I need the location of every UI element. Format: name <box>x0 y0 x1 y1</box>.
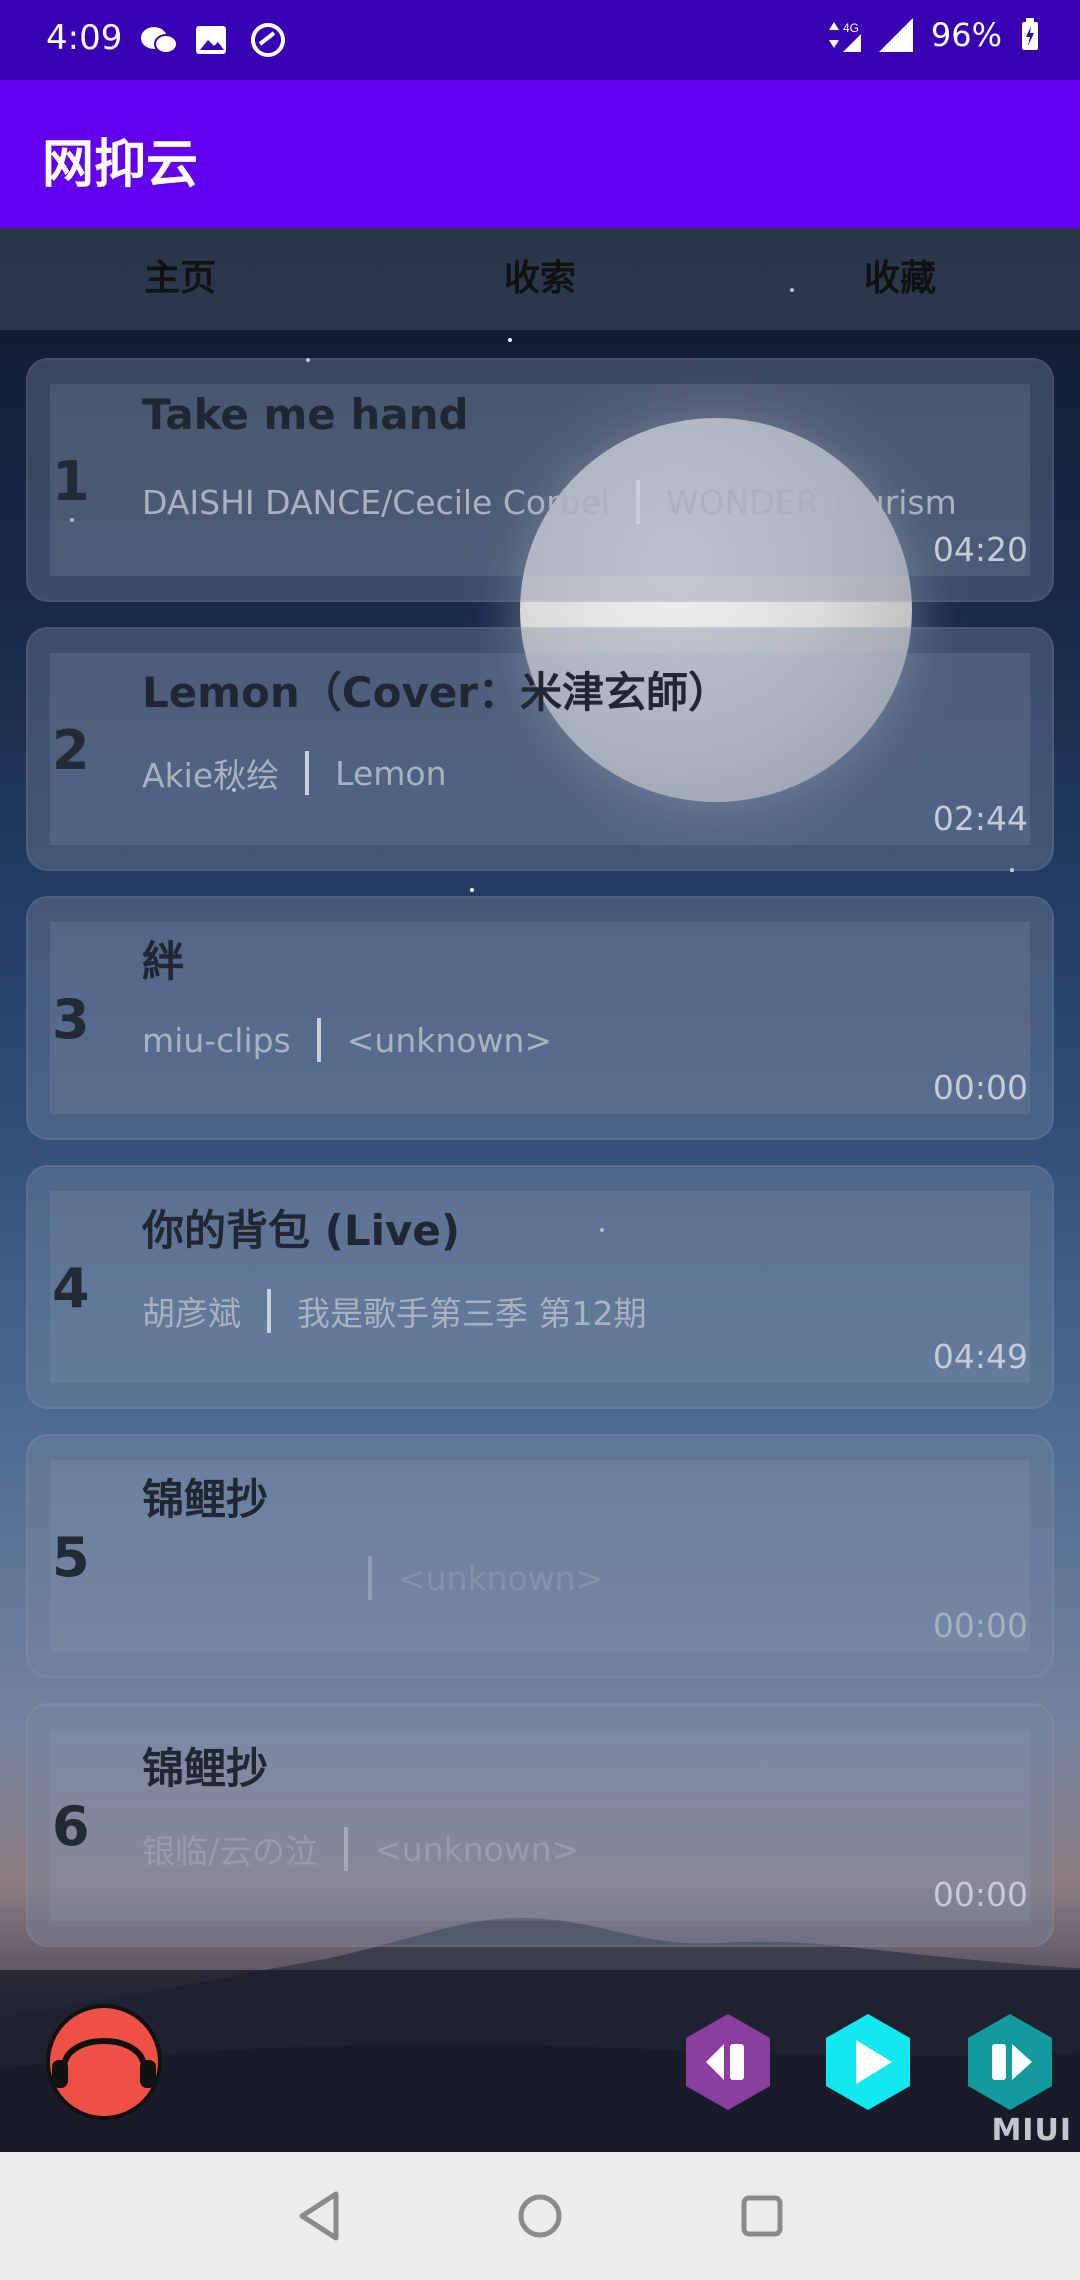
next-button[interactable] <box>964 2012 1056 2116</box>
previous-icon <box>686 2014 770 2110</box>
signal-icon <box>878 18 913 52</box>
battery-charging-icon <box>1022 18 1038 50</box>
separator <box>316 1018 321 1062</box>
nav-home-button[interactable] <box>512 2186 568 2250</box>
song-index: 3 <box>52 988 90 1051</box>
play-icon <box>826 2014 910 2110</box>
song-album: <unknown> <box>374 1829 580 1869</box>
tab-search[interactable]: 收索 <box>360 228 720 330</box>
status-bar: 4:09 4G 96% <box>0 0 1080 80</box>
song-artist: Akie秋绘 <box>142 756 280 795</box>
song-duration: 02:44 <box>932 799 1028 838</box>
song-title: 锦鲤抄 <box>142 1744 269 1793</box>
status-time: 4:09 <box>46 18 123 58</box>
song-artist: 胡彦斌 <box>142 1294 241 1333</box>
image-icon <box>196 26 226 54</box>
song-item[interactable]: 6 锦鲤抄 银临/云の泣 <unknown> 00:00 <box>26 1703 1054 1947</box>
app-title: 网抑云 <box>42 135 199 195</box>
song-meta: miu-clips <unknown> <box>142 1018 552 1062</box>
battery-percent: 96% <box>930 16 1002 54</box>
song-duration: 00:00 <box>932 1875 1028 1914</box>
song-album: <unknown> <box>346 1020 553 1060</box>
nav-recents-button[interactable] <box>736 2186 788 2250</box>
song-album: WONDER Tourism <box>666 482 957 522</box>
song-index: 4 <box>52 1257 90 1320</box>
song-artist: 银临/云の泣 <box>142 1832 319 1871</box>
song-album: 我是歌手第三季 第12期 <box>297 1294 647 1333</box>
headphones-icon <box>46 2004 162 2120</box>
separator <box>344 1827 349 1871</box>
song-artist: miu-clips <box>142 1020 291 1060</box>
network-label: 4G <box>843 21 859 35</box>
song-duration: 00:00 <box>932 1606 1028 1645</box>
play-button[interactable] <box>822 2012 914 2116</box>
next-icon <box>968 2014 1052 2110</box>
separator <box>368 1556 372 1600</box>
song-title: 絆 <box>142 937 185 986</box>
main-content[interactable]: 主页 收索 收藏 1 Take me hand DAISHI DANCE/Cec… <box>0 228 1080 2152</box>
separator <box>305 751 310 795</box>
star <box>508 338 512 342</box>
song-album: <unknown> <box>398 1558 604 1598</box>
song-meta: <unknown> <box>142 1556 603 1600</box>
song-meta: Akie秋绘 Lemon <box>142 749 447 797</box>
system-nav-bar <box>0 2152 1080 2280</box>
song-album: Lemon <box>335 753 447 793</box>
back-icon <box>299 2191 339 2241</box>
tab-home[interactable]: 主页 <box>0 228 360 330</box>
song-meta: 胡彦斌 我是歌手第三季 第12期 <box>142 1287 646 1335</box>
app-bar: 网抑云 <box>0 80 1080 228</box>
nav-back-button[interactable] <box>294 2186 346 2250</box>
separator <box>636 480 641 524</box>
status-right: 4G 96% <box>827 16 1040 54</box>
recents-icon <box>741 2195 783 2237</box>
data-arrows-icon: 4G <box>828 21 861 52</box>
song-duration: 00:00 <box>932 1068 1028 1107</box>
status-notification-icons <box>140 20 310 64</box>
song-title: 你的背包 (Live) <box>142 1206 461 1255</box>
location-icon <box>251 23 285 57</box>
separator <box>267 1289 271 1333</box>
song-title: Lemon（Cover：米津玄師） <box>142 668 731 717</box>
previous-button[interactable] <box>682 2012 774 2116</box>
song-index: 1 <box>52 450 90 513</box>
song-title: Take me hand <box>142 390 469 439</box>
song-index: 2 <box>52 719 90 782</box>
miui-watermark: MIUI <box>991 2113 1072 2148</box>
tab-bar: 主页 收索 收藏 <box>0 228 1080 330</box>
song-item[interactable]: 4 你的背包 (Live) 胡彦斌 我是歌手第三季 第12期 04:49 <box>26 1165 1054 1409</box>
wechat-icon <box>141 27 178 54</box>
song-artist: DAISHI DANCE/Cecile Corbel <box>142 482 611 522</box>
song-item[interactable]: 1 Take me hand DAISHI DANCE/Cecile Corbe… <box>26 358 1054 602</box>
song-item[interactable]: 2 Lemon（Cover：米津玄師） Akie秋绘 Lemon 02:44 <box>26 627 1054 871</box>
star <box>470 888 474 892</box>
song-meta: 银临/云の泣 <unknown> <box>142 1825 579 1873</box>
song-item[interactable]: 3 絆 miu-clips <unknown> 00:00 <box>26 896 1054 1140</box>
song-meta: DAISHI DANCE/Cecile Corbel WONDER Touris… <box>142 480 957 524</box>
player-bar: MIUI <box>0 1970 1080 2152</box>
song-title: 锦鲤抄 <box>142 1475 269 1524</box>
song-duration: 04:20 <box>932 530 1028 569</box>
now-playing-avatar[interactable] <box>42 2002 166 2126</box>
song-duration: 04:49 <box>932 1337 1028 1376</box>
tab-favorites[interactable]: 收藏 <box>720 228 1080 330</box>
song-index: 5 <box>52 1526 90 1589</box>
song-index: 6 <box>52 1795 90 1858</box>
home-icon <box>518 2194 562 2238</box>
song-item[interactable]: 5 锦鲤抄 <unknown> 00:00 <box>26 1434 1054 1678</box>
